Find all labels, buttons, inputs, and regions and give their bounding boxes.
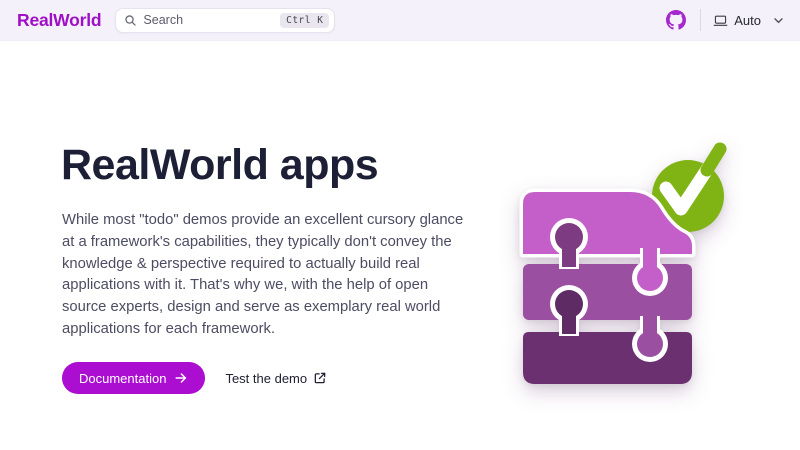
- header: RealWorld Search Ctrl K Auto: [0, 0, 800, 41]
- laptop-icon: [713, 13, 728, 28]
- search-icon: [124, 14, 137, 27]
- github-link[interactable]: [660, 10, 692, 30]
- puzzle-logo-graphic: [470, 126, 740, 396]
- page-title: RealWorld apps: [61, 141, 378, 190]
- arrow-right-icon: [174, 371, 188, 385]
- hero-actions: Documentation Test the demo: [62, 362, 327, 394]
- appearance-label: Auto: [734, 13, 761, 28]
- page: RealWorld Search Ctrl K Auto: [0, 0, 800, 450]
- documentation-button[interactable]: Documentation: [62, 362, 205, 394]
- hero-description: While most "todo" demos provide an excel…: [62, 210, 466, 341]
- search-input[interactable]: Search Ctrl K: [115, 8, 335, 33]
- test-demo-link-label: Test the demo: [225, 371, 307, 386]
- test-demo-link[interactable]: Test the demo: [225, 371, 327, 386]
- chevron-down-icon: [773, 15, 784, 26]
- header-divider: [700, 9, 701, 31]
- search-placeholder: Search: [143, 13, 183, 27]
- github-icon: [666, 10, 686, 30]
- puzzle-knob-up-1: [550, 218, 588, 269]
- logo[interactable]: RealWorld: [17, 10, 101, 31]
- puzzle-knob-up-2: [550, 285, 588, 336]
- check-icon-tail: [707, 149, 720, 170]
- appearance-switcher[interactable]: Auto: [711, 11, 786, 30]
- hero-section: RealWorld apps While most "todo" demos p…: [0, 41, 800, 450]
- documentation-button-label: Documentation: [79, 371, 166, 386]
- external-link-icon: [313, 371, 327, 385]
- search-shortcut-badge: Ctrl K: [280, 13, 329, 28]
- header-actions: Auto: [660, 9, 786, 31]
- puzzle-knob-down-2: [632, 316, 668, 362]
